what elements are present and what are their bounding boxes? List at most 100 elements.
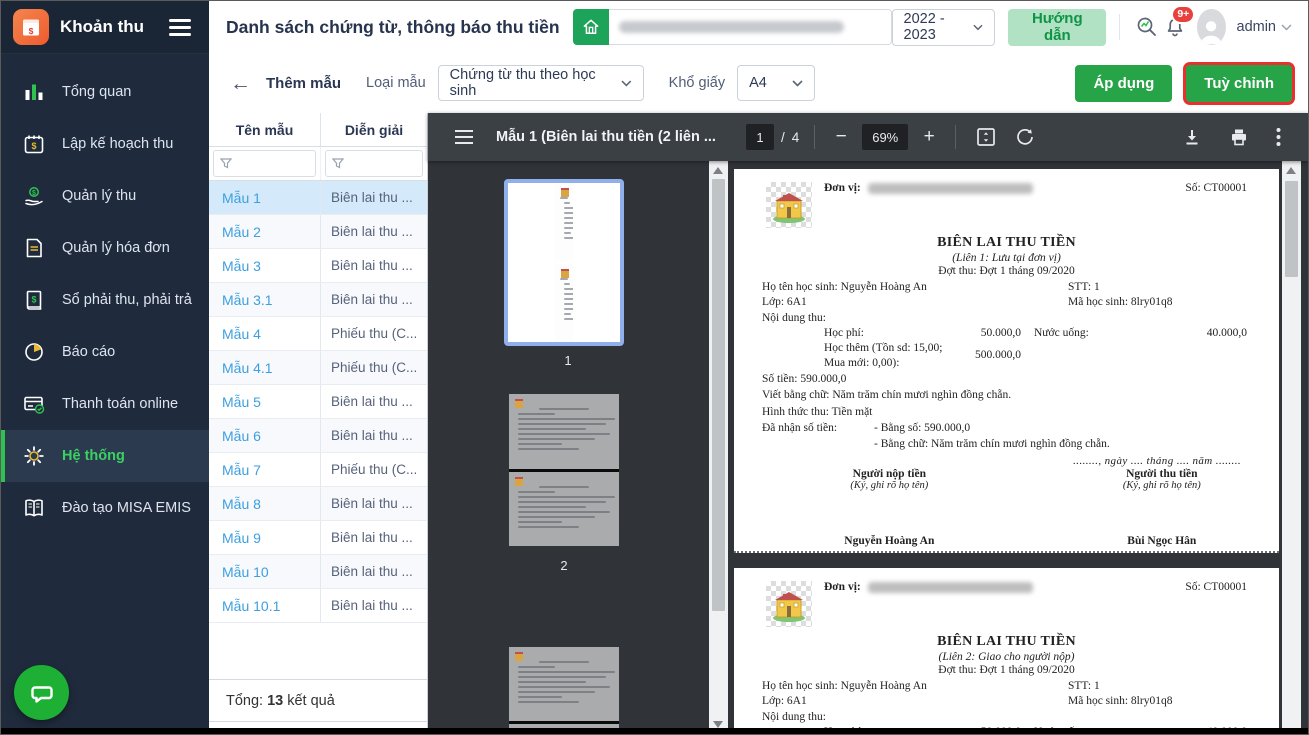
total-label: Tổng: [226,692,264,709]
template-name-link[interactable]: Mẫu 5 [209,385,321,418]
guide-button[interactable]: Hướng dẫn [1008,8,1107,46]
table-row[interactable]: Mẫu 2 Biên lai thu ... [209,215,427,249]
student-name: Họ tên học sinh: Nguyễn Hoàng An [762,680,927,692]
paper-size-select[interactable]: A4 [737,65,816,101]
sidebar-item-3[interactable]: Quản lý hóa đơn [1,222,209,274]
template-name-link[interactable]: Mẫu 10 [209,555,321,588]
received-number: - Bằng số: 590.000,0 [874,422,971,435]
table-row[interactable]: Mẫu 7 Phiếu thu (C... [209,453,427,487]
avatar[interactable] [1197,9,1226,45]
svg-text:$: $ [31,295,36,305]
school-year-select[interactable]: 2022 - 2023 [891,8,996,46]
template-name-link[interactable]: Mẫu 3.1 [209,283,321,316]
description-filter-input[interactable] [325,150,423,177]
table-row[interactable]: Mẫu 5 Biên lai thu ... [209,385,427,419]
template-name-link[interactable]: Mẫu 8 [209,487,321,520]
ledger-icon: $ [21,287,47,313]
fit-page-icon[interactable] [975,126,997,148]
print-icon[interactable] [1229,127,1249,147]
template-name-link[interactable]: Mẫu 1 [209,181,321,214]
template-name-link[interactable]: Mẫu 4 [209,317,321,350]
template-name-link[interactable]: Mẫu 4.1 [209,351,321,384]
download-icon[interactable] [1182,127,1202,147]
user-menu-chevron-icon[interactable] [1281,23,1292,31]
page-number-input[interactable]: 1 [745,124,774,150]
date-line: ........, ngày .... tháng .... năm .....… [1073,455,1241,468]
sidebar-item-6[interactable]: Thanh toán online [1,378,209,430]
back-button[interactable]: ← [230,73,251,94]
search-analytics-icon[interactable] [1133,9,1161,45]
content-label: Nội dung thu: [762,710,826,723]
svg-text:$: $ [29,26,34,36]
add-template-button[interactable]: Thêm mẫu [266,75,341,92]
pdf-menu-icon[interactable] [455,130,473,144]
home-icon[interactable] [572,9,609,45]
receipt-number: Số: CT00001 [1185,581,1247,593]
collector-name: Bùi Ngọc Hân [1127,535,1197,548]
fee-row: Học thêm (Tồn sd: 15,00; Mua mới: 0,00):… [762,341,1247,371]
column-header-name[interactable]: Tên mẫu [209,113,321,146]
school-selector[interactable] [572,9,892,45]
school-name-field[interactable] [608,9,892,45]
more-options-icon[interactable] [1276,127,1281,147]
student-code: Mã học sinh: 8lry01q8 [1068,296,1173,309]
template-name-link[interactable]: Mẫu 10.1 [209,589,321,622]
customize-button[interactable]: Tuỳ chỉnh [1186,64,1292,102]
zoom-out-button[interactable]: − [830,126,852,148]
sidebar-item-1[interactable]: $ Lập kế hoạch thu [1,118,209,170]
sidebar-item-label: Tổng quan [62,84,132,100]
table-row[interactable]: Mẫu 4.1 Phiếu thu (C... [209,351,427,385]
rotate-icon[interactable] [1014,126,1036,148]
column-header-description[interactable]: Diễn giải [321,113,427,146]
thumbnail-scrollbar[interactable] [709,161,728,734]
student-class: Lớp: 6A1 [762,296,807,309]
page-thumbnail-1[interactable] [504,179,624,346]
zoom-in-button[interactable]: + [918,126,940,148]
sidebar-item-7[interactable]: Hệ thống [1,430,209,482]
template-type-select[interactable]: Chứng từ thu theo học sinh [437,65,644,101]
table-row[interactable]: Mẫu 9 Biên lai thu ... [209,521,427,555]
total-suffix: kết quả [287,692,335,709]
page-thumbnail-2[interactable] [509,394,619,546]
chevron-down-icon [973,24,983,30]
table-row[interactable]: Mẫu 6 Biên lai thu ... [209,419,427,453]
fee-amount: 50.000,0 [980,326,1021,339]
template-name-link[interactable]: Mẫu 6 [209,419,321,452]
page-thumbnail-3[interactable] [509,647,619,734]
template-description: Biên lai thu ... [331,428,413,443]
template-name-link[interactable]: Mẫu 3 [209,249,321,282]
template-toolbar: ← Thêm mẫu Loại mẫu Chứng từ thu theo họ… [209,53,1308,114]
sidebar-item-8[interactable]: Đào tạo MISA EMIS [1,482,209,534]
template-name-link[interactable]: Mẫu 2 [209,215,321,248]
table-row[interactable]: Mẫu 3.1 Biên lai thu ... [209,283,427,317]
apply-button[interactable]: Áp dụng [1075,64,1173,102]
template-list-panel: Tên mẫu Diễn giải Mẫu 1 Biên lai thu ... M… [209,113,428,734]
sidebar-item-label: Báo cáo [62,344,116,360]
username[interactable]: admin [1237,19,1277,35]
table-row[interactable]: Mẫu 10 Biên lai thu ... [209,555,427,589]
zoom-level[interactable]: 69% [862,124,909,150]
payer-name: Nguyễn Hoàng An [844,535,935,548]
template-description: Biên lai thu ... [331,224,413,239]
name-filter-input[interactable] [213,150,316,177]
table-row[interactable]: Mẫu 3 Biên lai thu ... [209,249,427,283]
document-scrollbar[interactable] [1282,161,1301,734]
sidebar-collapse-icon[interactable] [165,15,195,40]
chat-button[interactable] [14,665,69,720]
table-row[interactable]: Mẫu 4 Phiếu thu (C... [209,317,427,351]
fee-label: Học thêm (Tồn sd: 15,00; Mua mới: 0,00): [824,341,943,369]
sidebar-item-label: Hệ thống [62,448,125,464]
template-name-link[interactable]: Mẫu 9 [209,521,321,554]
template-name-link[interactable]: Mẫu 7 [209,453,321,486]
sidebar-item-5[interactable]: Báo cáo [1,326,209,378]
receipt-header: Đơn vị: Số: CT00001 [762,578,1249,632]
table-row[interactable]: Mẫu 1 Biên lai thu ... [209,181,427,215]
unit-label: Đơn vị: [824,581,861,593]
sidebar-item-0[interactable]: Tổng quan [1,66,209,118]
notifications-bell-icon[interactable]: 9+ [1161,5,1196,45]
sidebar-item-4[interactable]: $ Sổ phải thu, phải trả [1,274,209,326]
table-row[interactable]: Mẫu 8 Biên lai thu ... [209,487,427,521]
table-row[interactable]: Mẫu 10.1 Biên lai thu ... [209,589,427,623]
receipt-batch: Đợt thu: Đợt 1 tháng 09/2020 [938,664,1075,676]
sidebar-item-2[interactable]: $ Quản lý thu [1,170,209,222]
